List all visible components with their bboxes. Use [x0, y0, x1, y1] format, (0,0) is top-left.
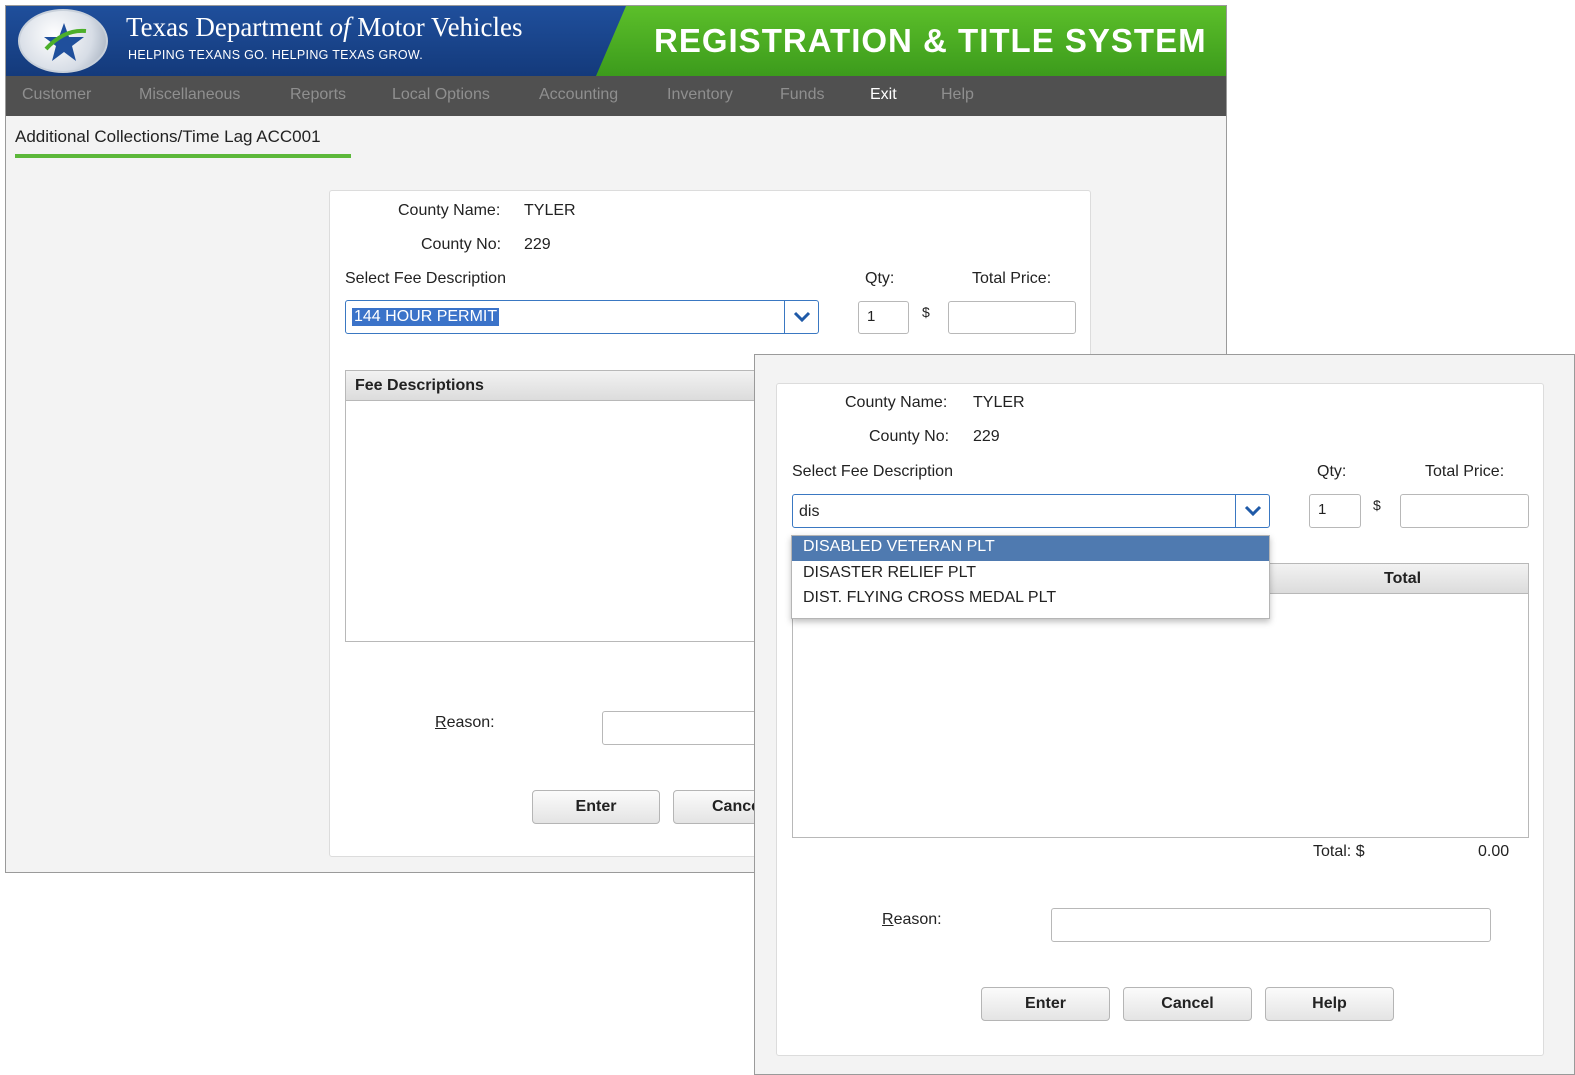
reason-input[interactable]	[1051, 908, 1491, 942]
fee-popup-window: County Name: TYLER County No: 229 Select…	[754, 354, 1575, 1075]
qty-input[interactable]: 1	[858, 301, 909, 334]
menu-miscellaneous[interactable]: Miscellaneous	[139, 86, 240, 104]
combo-dropdown-button[interactable]	[784, 301, 818, 333]
agency-name: Texas Department of Motor Vehicles	[126, 12, 523, 42]
front-form-panel: County Name: TYLER County No: 229 Select…	[776, 383, 1544, 1056]
county-no-label: County No:	[421, 236, 502, 253]
fee-dropdown-list: DISABLED VETERAN PLT DISASTER RELIEF PLT…	[791, 535, 1270, 619]
total-price-input[interactable]	[1400, 494, 1529, 528]
dollar-sign: $	[1373, 497, 1381, 513]
county-name-label: County Name:	[398, 202, 501, 219]
county-name-value: TYLER	[524, 202, 576, 219]
header-banner: Texas Department of Motor Vehicles HELPI…	[6, 6, 1226, 76]
county-no-value: 229	[524, 236, 551, 253]
county-name-label: County Name:	[845, 394, 948, 411]
cancel-button[interactable]: Cancel	[1123, 987, 1252, 1021]
combo-dropdown-button[interactable]	[1235, 495, 1269, 527]
grid-header: Fee Descriptions	[346, 371, 794, 401]
dollar-sign: $	[922, 304, 930, 320]
enter-button[interactable]: Enter	[532, 790, 660, 824]
menu-funds[interactable]: Funds	[780, 86, 824, 104]
fee-select-label: Select Fee Description	[792, 463, 953, 480]
fee-search-text: dis	[799, 503, 820, 520]
txdmv-logo	[18, 9, 108, 73]
total-price-input[interactable]	[948, 301, 1076, 334]
menu-bar: Customer Miscellaneous Reports Local Opt…	[6, 76, 1226, 116]
county-no-value: 229	[973, 428, 1000, 445]
chevron-down-icon	[1244, 505, 1261, 517]
qty-input[interactable]: 1	[1309, 494, 1361, 528]
grid-header-fee-descriptions: Fee Descriptions	[355, 377, 484, 394]
grand-total-label: Total: $	[1313, 843, 1365, 860]
menu-customer[interactable]: Customer	[22, 86, 91, 104]
menu-exit[interactable]: Exit	[870, 86, 897, 104]
county-no-label: County No:	[869, 428, 950, 445]
menu-local-options[interactable]: Local Options	[392, 86, 490, 104]
fee-descriptions-grid: Fee Descriptions	[345, 370, 795, 642]
dropdown-option-disaster-relief[interactable]: DISASTER RELIEF PLT	[792, 562, 1269, 587]
menu-reports[interactable]: Reports	[290, 86, 346, 104]
county-name-value: TYLER	[973, 394, 1025, 411]
agency-tagline: HELPING TEXANS GO. HELPING TEXAS GROW.	[128, 48, 424, 62]
enter-button[interactable]: Enter	[981, 987, 1110, 1021]
fee-select-label: Select Fee Description	[345, 270, 506, 287]
total-price-label: Total Price:	[972, 270, 1052, 287]
total-price-label: Total Price:	[1425, 463, 1505, 480]
page-title: Additional Collections/Time Lag ACC001	[15, 127, 321, 146]
dropdown-option-flying-cross[interactable]: DIST. FLYING CROSS MEDAL PLT	[792, 587, 1269, 612]
reason-label: Reason:	[882, 911, 942, 928]
dropdown-option-disabled-veteran[interactable]: DISABLED VETERAN PLT	[792, 536, 1269, 561]
qty-label: Qty:	[1317, 463, 1347, 480]
grid-header-total: Total	[1384, 570, 1422, 587]
qty-label: Qty:	[865, 270, 895, 287]
fee-description-combobox[interactable]: dis	[792, 494, 1270, 528]
menu-help[interactable]: Help	[941, 86, 974, 104]
grand-total-value: 0.00	[1478, 843, 1510, 860]
fee-description-combobox[interactable]: 144 HOUR PERMIT	[345, 300, 819, 334]
help-button[interactable]: Help	[1265, 987, 1394, 1021]
fee-selected-text: 144 HOUR PERMIT	[352, 308, 500, 326]
reason-label: Reason:	[435, 714, 495, 731]
chevron-down-icon	[793, 311, 810, 323]
system-title: REGISTRATION & TITLE SYSTEM	[654, 22, 1207, 59]
title-underline	[15, 154, 351, 158]
menu-inventory[interactable]: Inventory	[667, 86, 733, 104]
reason-input[interactable]	[602, 711, 772, 745]
menu-accounting[interactable]: Accounting	[539, 86, 618, 104]
